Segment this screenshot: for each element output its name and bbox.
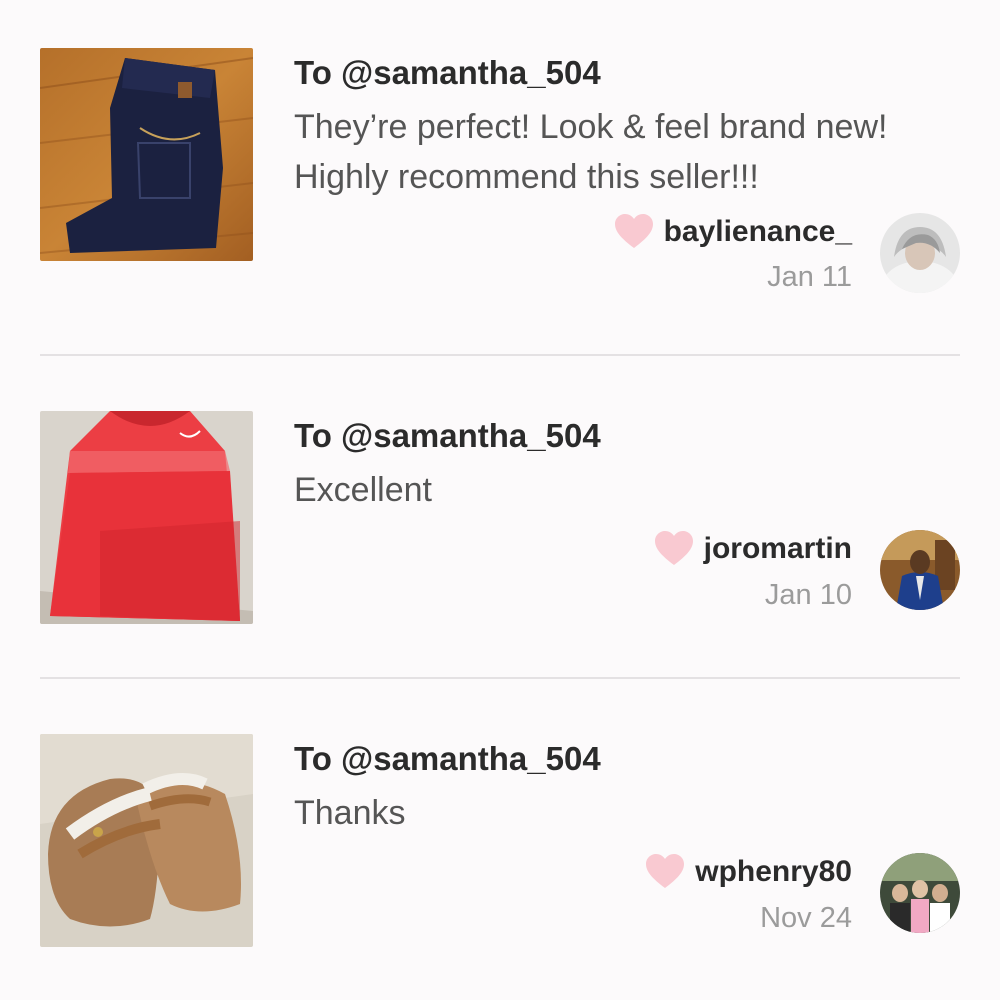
review-username[interactable]: baylienance_ (664, 215, 852, 249)
item-photo-sandals[interactable] (40, 734, 253, 947)
review-date: Jan 10 (764, 579, 852, 611)
user-avatar[interactable] (880, 853, 960, 933)
item-photo-jeans[interactable] (40, 48, 253, 261)
review-item: To @samantha_504 Excellent joromartin Ja… (40, 411, 960, 661)
review-item: To @samantha_504 They’re perfect! Look &… (40, 48, 960, 298)
divider (40, 677, 960, 679)
review-username[interactable]: wphenry80 (695, 855, 852, 889)
review-message: They’re perfect! Look & feel brand new! … (294, 108, 888, 196)
review-author[interactable]: wphenry80 (645, 854, 852, 890)
review-item: To @samantha_504 Thanks wphenry80 Nov 24 (40, 734, 960, 984)
divider (40, 354, 960, 356)
review-author[interactable]: joromartin (654, 531, 852, 567)
review-username[interactable]: joromartin (704, 532, 852, 566)
review-recipient[interactable]: To @samantha_504 (294, 417, 601, 455)
review-message: Excellent (294, 471, 432, 509)
heart-icon (654, 531, 693, 565)
review-message: Thanks (294, 794, 406, 832)
item-photo-tank-top[interactable] (40, 411, 253, 624)
review-date: Nov 24 (760, 902, 852, 934)
review-recipient[interactable]: To @samantha_504 (294, 54, 601, 92)
heart-icon (646, 854, 685, 888)
review-author[interactable]: baylienance_ (614, 214, 852, 250)
heart-icon (614, 214, 653, 248)
review-date: Jan 11 (767, 261, 852, 293)
user-avatar[interactable] (880, 530, 960, 610)
review-recipient[interactable]: To @samantha_504 (294, 740, 601, 778)
reviews-feed: To @samantha_504 They’re perfect! Look &… (0, 0, 1000, 1000)
user-avatar[interactable] (880, 213, 960, 293)
